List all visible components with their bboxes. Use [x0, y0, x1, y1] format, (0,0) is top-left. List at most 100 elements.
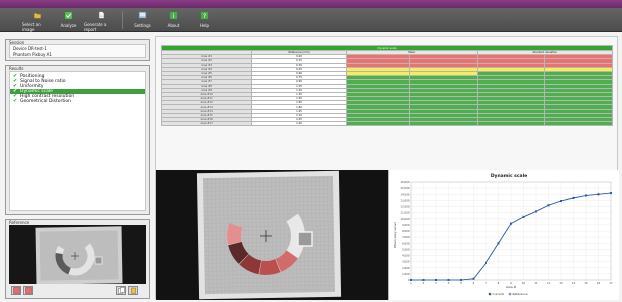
help-label: Help [199, 23, 210, 28]
report-icon [98, 11, 104, 19]
y-tick-label: 13,000 [400, 198, 409, 202]
session-group: Session Device DR-test-1 Phantom Pixbuy … [5, 39, 150, 61]
x-tick-label: 14 [572, 281, 576, 285]
legend-label-current: Current [493, 292, 505, 296]
data-point [497, 242, 500, 245]
chart-y-axis-label: Mean Grey Level [393, 222, 397, 247]
y-tick-label: 4,000 [402, 254, 410, 258]
data-point [597, 193, 600, 196]
dynamic-scale-chart: Dynamic scale Mean Grey Level Area # 0 1,… [388, 170, 619, 300]
phantom-image [156, 170, 388, 300]
y-tick-label: 3,000 [402, 260, 410, 264]
settings-button[interactable]: Settings [127, 8, 158, 32]
x-tick-label: 17 [609, 281, 613, 285]
toolbar: Select an image Analyze Generate a repor… [0, 8, 622, 32]
y-tick-label: 8,000 [402, 229, 410, 233]
x-tick-label: 12 [547, 281, 551, 285]
select-image-button[interactable]: Select an image [22, 8, 53, 32]
y-tick-label: 6,000 [402, 241, 410, 245]
svg-text:?: ? [203, 13, 206, 20]
row-label: Area #17 [161, 121, 253, 127]
x-tick-label: 11 [534, 281, 538, 285]
chart-title: Dynamic scale [491, 173, 527, 179]
legend-marker-reference [508, 292, 512, 296]
chart-x-axis-label: Area # [506, 285, 517, 289]
data-point [535, 210, 537, 213]
status-cell [544, 121, 613, 127]
y-tick-label: 12,000 [400, 205, 409, 209]
session-info: Device DR-test-1 Phantom Pixbuy A1 [9, 44, 146, 58]
data-point [435, 279, 437, 281]
settings-label: Settings [134, 23, 151, 28]
about-button[interactable]: i About [158, 8, 189, 32]
generate-report-label: Generate a report [84, 22, 107, 32]
y-tick-label: 14,000 [400, 192, 409, 196]
table-body: Area #1 0.00 Area #2 0.15 Area #3 0.30 Area #4… [161, 54, 613, 127]
data-point [422, 279, 425, 281]
x-tick-label: 2 [423, 281, 425, 285]
app-window: Select an image Analyze Generate a repor… [0, 0, 622, 302]
help-icon: ? [200, 11, 209, 20]
about-label: About [167, 23, 180, 28]
analyze-button[interactable]: Analyze [53, 8, 84, 32]
y-tick-label: 5,000 [402, 247, 410, 251]
y-tick-label: 16,000 [400, 180, 409, 184]
status-cell [345, 121, 411, 127]
x-tick-label: 4 [448, 281, 450, 285]
select-image-label: Select an image [22, 22, 41, 32]
main-panel: Dynamic scale Reference (mm) Mean Standa… [155, 36, 619, 300]
y-tick-label: 7,000 [402, 235, 410, 239]
x-tick-label: 13 [559, 281, 563, 285]
result-geometrical-distortion[interactable]: ✔ Geometrical Distortion [10, 98, 145, 105]
analyze-label: Analyze [60, 23, 77, 28]
generate-report-button[interactable]: Generate a report [84, 8, 118, 32]
results-group: Results ✔ Positioning ✔ Signal to Noise ra… [5, 65, 150, 215]
data-point [610, 192, 612, 195]
svg-text:i: i [173, 13, 175, 20]
settings-icon [138, 11, 147, 19]
x-tick-label: 1 [410, 281, 412, 285]
data-point [585, 194, 587, 197]
data-point [560, 199, 562, 202]
data-point [410, 279, 412, 281]
data-point [510, 222, 512, 225]
reference-zoom-button[interactable] [11, 286, 21, 295]
delete-icon [130, 287, 136, 294]
legend-marker-current [488, 292, 492, 296]
info-icon: i [169, 11, 178, 20]
data-point [460, 279, 462, 281]
x-tick-label: 7 [485, 281, 487, 285]
data-point [472, 277, 475, 280]
reference-delete-button[interactable] [128, 286, 138, 295]
current-image-view[interactable] [156, 170, 388, 300]
result-label: Geometrical Distortion [20, 99, 71, 104]
y-tick-label: 1,000 [402, 272, 410, 276]
phantom-line: Phantom Pixbuy A1 [13, 52, 52, 57]
results-table-container: Dynamic scale Reference (mm) Mean Standa… [161, 45, 613, 182]
reference-copy-button[interactable] [116, 286, 126, 295]
status-cell [476, 121, 546, 127]
reference-open-button[interactable] [23, 286, 33, 295]
chart-legend: Current Reference [488, 292, 528, 296]
help-button[interactable]: ? Help [189, 8, 220, 32]
status-cell [409, 121, 478, 127]
x-tick-label: 5 [460, 281, 462, 285]
toolbar-separator [122, 11, 123, 29]
y-tick-label: 2,000 [402, 266, 410, 270]
data-point [485, 261, 487, 264]
analyze-icon [64, 11, 73, 20]
chart-svg: Dynamic scale Mean Grey Level Area # 01,… [393, 173, 613, 296]
data-point [572, 196, 575, 199]
check-icon: ✔ [13, 98, 18, 104]
left-panel: Session Device DR-test-1 Phantom Pixbuy … [5, 35, 150, 299]
image-icon [12, 287, 20, 294]
reference-value: 2.40 [251, 121, 347, 127]
x-tick-label: 10 [522, 281, 526, 285]
data-point [522, 215, 525, 218]
dynamic-scale-table: Dynamic scale Reference (mm) Mean Standa… [161, 45, 613, 127]
data-point [547, 204, 550, 207]
y-tick-label: 9,000 [402, 223, 410, 227]
results-list: ✔ Positioning ✔ Signal to Noise ratio ✔ Uni… [9, 71, 146, 211]
folder-icon [34, 13, 41, 19]
x-tick-label: 6 [473, 281, 475, 285]
